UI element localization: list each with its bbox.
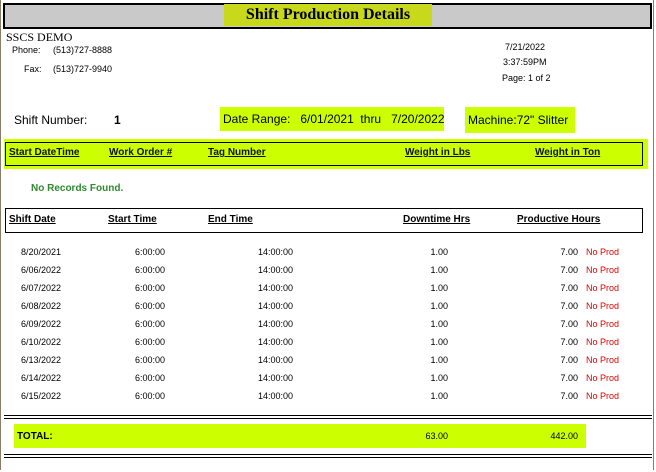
start-time-cell: 6:00:00 (134, 301, 165, 311)
productive-hours-cell: 7.00 (560, 283, 578, 293)
start-time-cell: 6:00:00 (134, 247, 165, 257)
status-cell: No Prod (586, 247, 620, 257)
downtime-cell: 1.00 (430, 373, 448, 383)
status-cell: No Prod (586, 301, 620, 311)
total-separator-bottom (4, 454, 652, 458)
downtime-cell: 1.00 (430, 391, 448, 401)
start-time-cell: 6:00:00 (134, 283, 165, 293)
table-row: 6/06/2022 6:00:00 14:00:00 1.00 7.00 No Prod (0, 265, 656, 283)
end-time-cell: 14:00:00 (257, 391, 293, 401)
end-time-cell: 14:00:00 (257, 301, 293, 311)
table-row: 6/15/2022 6:00:00 14:00:00 1.00 7.00 No Prod (0, 391, 656, 409)
productive-hours-cell: 7.00 (560, 337, 578, 347)
productive-hours-cell: 7.00 (560, 391, 578, 401)
fax-label: Fax: (24, 64, 42, 74)
table-row: 6/10/2022 6:00:00 14:00:00 1.00 7.00 No Prod (0, 337, 656, 355)
shift-date-cell: 6/08/2022 (21, 301, 62, 311)
shift-date-cell: 6/07/2022 (21, 283, 62, 293)
shift-number-label: Shift Number: (14, 113, 88, 127)
shift-date-cell: 8/20/2021 (21, 247, 62, 257)
status-cell: No Prod (586, 319, 620, 329)
start-time-cell: 6:00:00 (134, 337, 165, 347)
productive-hours-cell: 7.00 (560, 265, 578, 275)
downtime-cell: 1.00 (430, 319, 448, 329)
start-time-cell: 6:00:00 (134, 319, 165, 329)
col-end-time: End Time (208, 214, 253, 225)
downtime-cell: 1.00 (430, 265, 448, 275)
end-time-cell: 14:00:00 (257, 337, 293, 347)
company-name: SSCS DEMO (6, 30, 73, 44)
shift-number-value: 1 (114, 113, 121, 127)
report-time: 3:37:59PM (503, 57, 547, 67)
page-number: Page: 1 of 2 (502, 73, 551, 83)
col-productive-hours: Productive Hours (517, 214, 601, 225)
table-row: 8/20/2021 6:00:00 14:00:00 1.00 7.00 No Prod (0, 247, 656, 265)
total-separator-top (4, 415, 652, 419)
productive-hours-cell: 7.00 (560, 319, 578, 329)
no-records-message: No Records Found. (31, 183, 124, 194)
productive-hours-cell: 7.00 (560, 355, 578, 365)
status-cell: No Prod (586, 373, 620, 383)
end-time-cell: 14:00:00 (257, 247, 293, 257)
col-start-time: Start Time (108, 214, 157, 225)
end-time-cell: 14:00:00 (257, 283, 293, 293)
productive-hours-cell: 7.00 (560, 247, 578, 257)
table-row: 6/07/2022 6:00:00 14:00:00 1.00 7.00 No Prod (0, 283, 656, 301)
shift-date-cell: 6/06/2022 (21, 265, 62, 275)
report-date: 7/21/2022 (505, 42, 546, 52)
table-row: 6/13/2022 6:00:00 14:00:00 1.00 7.00 No Prod (0, 355, 656, 373)
table-row: 6/14/2022 6:00:00 14:00:00 1.00 7.00 No Prod (0, 373, 656, 391)
downtime-cell: 1.00 (430, 355, 448, 365)
shift-date-cell: 6/10/2022 (21, 337, 62, 347)
end-time-cell: 14:00:00 (257, 355, 293, 365)
end-time-cell: 14:00:00 (257, 373, 293, 383)
end-time-cell: 14:00:00 (257, 265, 293, 275)
col-weight-lbs: Weight in Lbs (405, 147, 471, 158)
start-time-cell: 6:00:00 (134, 391, 165, 401)
col-start-datetime: Start DateTime (9, 147, 80, 158)
total-highlight (14, 424, 586, 448)
report-title: Shift Production Details (245, 6, 411, 23)
shift-date-cell: 6/14/2022 (21, 373, 62, 383)
col-weight-ton: Weight in Ton (535, 147, 601, 158)
phone-number: (513)727-8888 (53, 45, 113, 55)
phone-label: Phone: (12, 45, 41, 55)
downtime-cell: 1.00 (430, 283, 448, 293)
fax-number: (513)727-9940 (53, 64, 113, 74)
status-cell: No Prod (586, 337, 620, 347)
downtime-cell: 1.00 (430, 337, 448, 347)
downtime-cell: 1.00 (430, 247, 448, 257)
date-range: Date Range: 6/01/2021 thru 7/20/2022 (223, 112, 445, 126)
productive-hours-cell: 7.00 (560, 301, 578, 311)
machine: Machine:72" Slitter (468, 113, 569, 127)
shift-date-cell: 6/15/2022 (21, 391, 62, 401)
col-shift-date: Shift Date (9, 214, 56, 225)
status-cell: No Prod (586, 355, 620, 365)
col-tag-number: Tag Number (208, 147, 266, 158)
start-time-cell: 6:00:00 (134, 355, 165, 365)
col-downtime-hrs: Downtime Hrs (403, 214, 471, 225)
productive-hours-cell: 7.00 (560, 373, 578, 383)
total-label: TOTAL: (17, 431, 53, 442)
status-cell: No Prod (586, 283, 620, 293)
status-cell: No Prod (586, 391, 620, 401)
col-work-order: Work Order # (109, 147, 173, 158)
shift-date-cell: 6/13/2022 (21, 355, 62, 365)
shift-date-cell: 6/09/2022 (21, 319, 62, 329)
downtime-cell: 1.00 (430, 301, 448, 311)
table-row: 6/08/2022 6:00:00 14:00:00 1.00 7.00 No Prod (0, 301, 656, 319)
total-downtime: 63.00 (425, 431, 448, 441)
start-time-cell: 6:00:00 (134, 373, 165, 383)
table-row: 6/09/2022 6:00:00 14:00:00 1.00 7.00 No Prod (0, 319, 656, 337)
end-time-cell: 14:00:00 (257, 319, 293, 329)
start-time-cell: 6:00:00 (134, 265, 165, 275)
total-productive: 442.00 (550, 431, 578, 441)
status-cell: No Prod (586, 265, 620, 275)
